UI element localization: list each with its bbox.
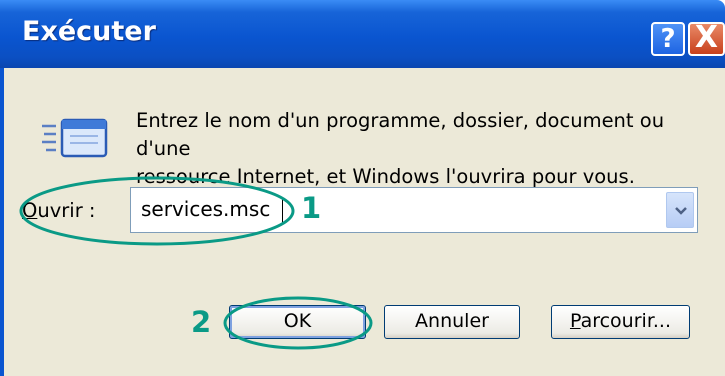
close-icon: X	[694, 20, 719, 55]
annotation-step-2: 2	[191, 305, 212, 339]
help-button[interactable]: ?	[651, 22, 685, 56]
instruction-text: Entrez le nom d'un programme, dossier, d…	[136, 109, 665, 188]
open-label: Ouvrir :	[22, 199, 95, 222]
browse-label-rest: arcourir...	[580, 310, 672, 332]
title-bar[interactable]: Exécuter ? X	[0, 0, 725, 68]
chevron-down-icon	[675, 207, 687, 215]
window-title: Exécuter	[22, 16, 156, 47]
browse-button[interactable]: Parcourir...	[551, 305, 690, 339]
run-dialog: Exécuter ? X Entrez le nom d'un programm…	[0, 0, 725, 376]
open-input[interactable]	[141, 197, 621, 221]
close-button[interactable]: X	[688, 22, 725, 56]
run-window-icon	[42, 118, 108, 158]
annotation-step-1: 1	[301, 191, 322, 225]
cancel-button[interactable]: Annuler	[384, 305, 520, 339]
open-label-mnemonic: O	[22, 199, 38, 222]
help-icon: ?	[660, 24, 676, 54]
dropdown-button[interactable]	[666, 192, 694, 228]
open-label-rest: uvrir :	[37, 199, 96, 222]
ok-button[interactable]: OK	[229, 305, 366, 339]
open-combobox[interactable]	[130, 187, 698, 233]
text-caret	[282, 198, 283, 224]
browse-mnemonic: P	[569, 310, 581, 332]
